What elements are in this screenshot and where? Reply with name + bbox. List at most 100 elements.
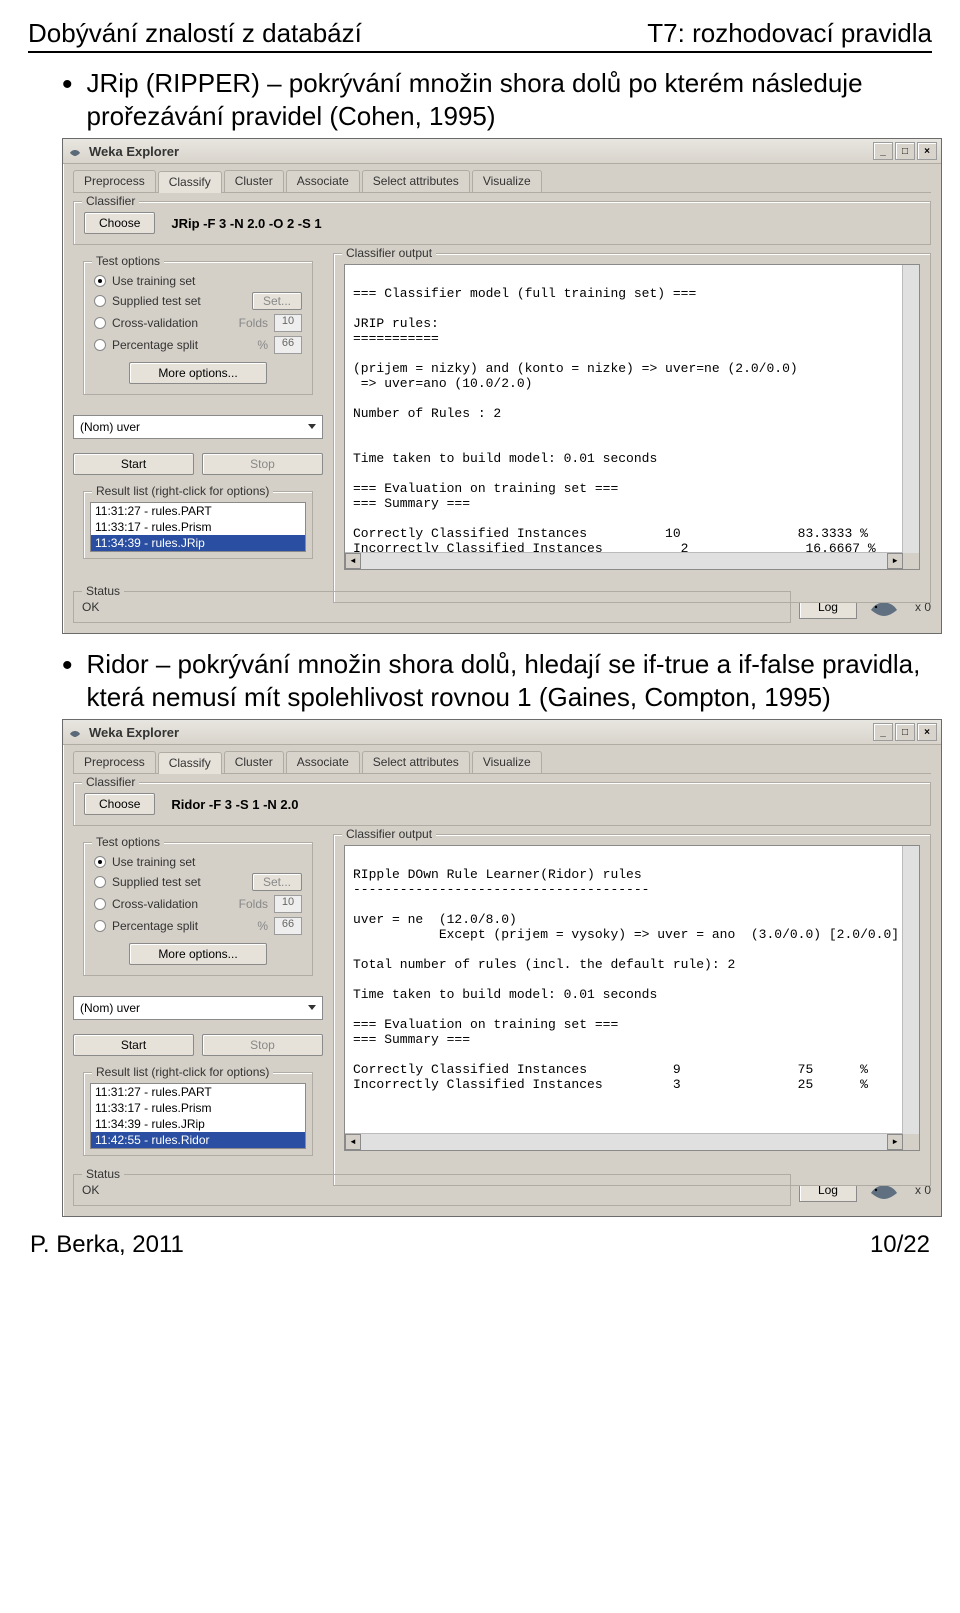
folds-input[interactable]: 10	[274, 895, 302, 913]
more-options-button[interactable]: More options...	[129, 943, 266, 965]
result-row[interactable]: 11:33:17 - rules.Prism	[91, 519, 305, 535]
result-list-group: Result list (right-click for options) 11…	[83, 491, 313, 559]
opt-supplied[interactable]: Supplied test set Set...	[94, 871, 302, 893]
radio-icon	[94, 898, 106, 910]
test-options-group: Test options Use training set Supplied t…	[83, 842, 313, 976]
pct-label: %	[257, 919, 268, 933]
choose-button[interactable]: Choose	[84, 793, 155, 815]
result-list[interactable]: 11:31:27 - rules.PART11:33:17 - rules.Pr…	[90, 1083, 306, 1149]
scrollbar-horizontal[interactable]: ◄ ►	[345, 552, 903, 569]
class-attribute-select[interactable]: (Nom) uver	[73, 415, 323, 439]
group-title: Status	[82, 1167, 124, 1181]
header-right: T7: rozhodovací pravidla	[647, 18, 932, 49]
result-list[interactable]: 11:31:27 - rules.PART11:33:17 - rules.Pr…	[90, 502, 306, 552]
status-group: Status OK	[73, 591, 791, 623]
tabs-row: PreprocessClassifyClusterAssociateSelect…	[63, 164, 941, 192]
close-button[interactable]: ×	[917, 142, 937, 160]
group-title: Classifier output	[342, 246, 436, 260]
maximize-button[interactable]: □	[895, 723, 915, 741]
group-title: Result list (right-click for options)	[92, 484, 273, 498]
test-options-group: Test options Use training set Supplied t…	[83, 261, 313, 395]
group-title: Result list (right-click for options)	[92, 1065, 273, 1079]
radio-icon	[94, 876, 106, 888]
classifier-output[interactable]: === Classifier model (full training set)…	[344, 264, 920, 570]
classifier-group: Classifier Choose JRip -F 3 -N 2.0 -O 2 …	[73, 201, 931, 245]
opt-pct[interactable]: Percentage split %66	[94, 334, 302, 356]
result-row[interactable]: 11:34:39 - rules.JRip	[91, 1116, 305, 1132]
tabs-row: PreprocessClassifyClusterAssociateSelect…	[63, 745, 941, 773]
tab-classify[interactable]: Classify	[158, 752, 222, 774]
set-button[interactable]: Set...	[252, 873, 302, 891]
group-title: Test options	[92, 835, 164, 849]
result-row[interactable]: 11:33:17 - rules.Prism	[91, 1100, 305, 1116]
minimize-button[interactable]: _	[873, 142, 893, 160]
opt-use-training[interactable]: Use training set	[94, 272, 302, 290]
pct-input[interactable]: 66	[274, 336, 302, 354]
maximize-button[interactable]: □	[895, 142, 915, 160]
window-titlebar: Weka Explorer _ □ ×	[63, 720, 941, 745]
group-title: Status	[82, 584, 124, 598]
page-footer: P. Berka, 2011 10/22	[28, 1231, 932, 1259]
opt-cv[interactable]: Cross-validation Folds10	[94, 312, 302, 334]
radio-icon	[94, 339, 106, 351]
scroll-right-icon[interactable]: ►	[887, 553, 903, 569]
result-row[interactable]: 11:34:39 - rules.JRip	[91, 535, 305, 551]
more-options-button[interactable]: More options...	[129, 362, 266, 384]
tab-associate[interactable]: Associate	[286, 170, 360, 192]
pct-input[interactable]: 66	[274, 917, 302, 935]
scroll-left-icon[interactable]: ◄	[345, 1134, 361, 1150]
algorithm-text[interactable]: JRip -F 3 -N 2.0 -O 2 -S 1	[165, 216, 321, 231]
weka-icon	[67, 724, 83, 740]
stop-button[interactable]: Stop	[202, 453, 323, 475]
tab-associate[interactable]: Associate	[286, 751, 360, 773]
tab-select-attributes[interactable]: Select attributes	[362, 751, 470, 773]
tab-preprocess[interactable]: Preprocess	[73, 170, 156, 192]
tab-select-attributes[interactable]: Select attributes	[362, 170, 470, 192]
opt-pct[interactable]: Percentage split %66	[94, 915, 302, 937]
start-button[interactable]: Start	[73, 1034, 194, 1056]
scrollbar-vertical[interactable]: ▲ ▼	[902, 265, 919, 569]
scrollbar-horizontal[interactable]: ◄ ►	[345, 1133, 903, 1150]
set-button[interactable]: Set...	[252, 292, 302, 310]
opt-cv[interactable]: Cross-validation Folds10	[94, 893, 302, 915]
chevron-down-icon	[308, 424, 316, 429]
weka-screenshot-jrip: Weka Explorer _ □ × PreprocessClassifyCl…	[62, 138, 942, 634]
scroll-left-icon[interactable]: ◄	[345, 553, 361, 569]
classifier-output-group: Classifier output RIpple DOwn Rule Learn…	[333, 834, 931, 1186]
tab-cluster[interactable]: Cluster	[224, 170, 284, 192]
group-title: Classifier	[82, 194, 139, 208]
scrollbar-corner	[903, 1134, 919, 1150]
scrollbar-vertical[interactable]: ▲ ▼	[902, 846, 919, 1150]
result-row[interactable]: 11:42:55 - rules.Ridor	[91, 1132, 305, 1148]
tab-cluster[interactable]: Cluster	[224, 751, 284, 773]
opt-supplied[interactable]: Supplied test set Set...	[94, 290, 302, 312]
tab-visualize[interactable]: Visualize	[472, 170, 542, 192]
minimize-button[interactable]: _	[873, 723, 893, 741]
class-attribute-text: (Nom) uver	[80, 1001, 140, 1015]
header-left: Dobývání znalostí z databází	[28, 18, 362, 49]
radio-icon	[94, 275, 106, 287]
opt-use-training[interactable]: Use training set	[94, 853, 302, 871]
classifier-output[interactable]: RIpple DOwn Rule Learner(Ridor) rules --…	[344, 845, 920, 1151]
scroll-right-icon[interactable]: ►	[887, 1134, 903, 1150]
radio-icon	[94, 295, 106, 307]
algorithm-text[interactable]: Ridor -F 3 -S 1 -N 2.0	[165, 797, 298, 812]
window-title: Weka Explorer	[89, 725, 179, 740]
stop-button[interactable]: Stop	[202, 1034, 323, 1056]
scrollbar-corner	[903, 553, 919, 569]
tab-preprocess[interactable]: Preprocess	[73, 751, 156, 773]
bullet-ridor: • Ridor – pokrývání množin shora dolů, h…	[62, 648, 932, 713]
group-title: Test options	[92, 254, 164, 268]
tab-classify[interactable]: Classify	[158, 171, 222, 193]
result-row[interactable]: 11:31:27 - rules.PART	[91, 503, 305, 519]
folds-input[interactable]: 10	[274, 314, 302, 332]
class-attribute-select[interactable]: (Nom) uver	[73, 996, 323, 1020]
classifier-output-group: Classifier output === Classifier model (…	[333, 253, 931, 603]
close-button[interactable]: ×	[917, 723, 937, 741]
result-row[interactable]: 11:31:27 - rules.PART	[91, 1084, 305, 1100]
start-button[interactable]: Start	[73, 453, 194, 475]
bullet-text: JRip (RIPPER) – pokrývání množin shora d…	[87, 67, 932, 132]
tab-visualize[interactable]: Visualize	[472, 751, 542, 773]
header-rule	[28, 51, 932, 53]
choose-button[interactable]: Choose	[84, 212, 155, 234]
